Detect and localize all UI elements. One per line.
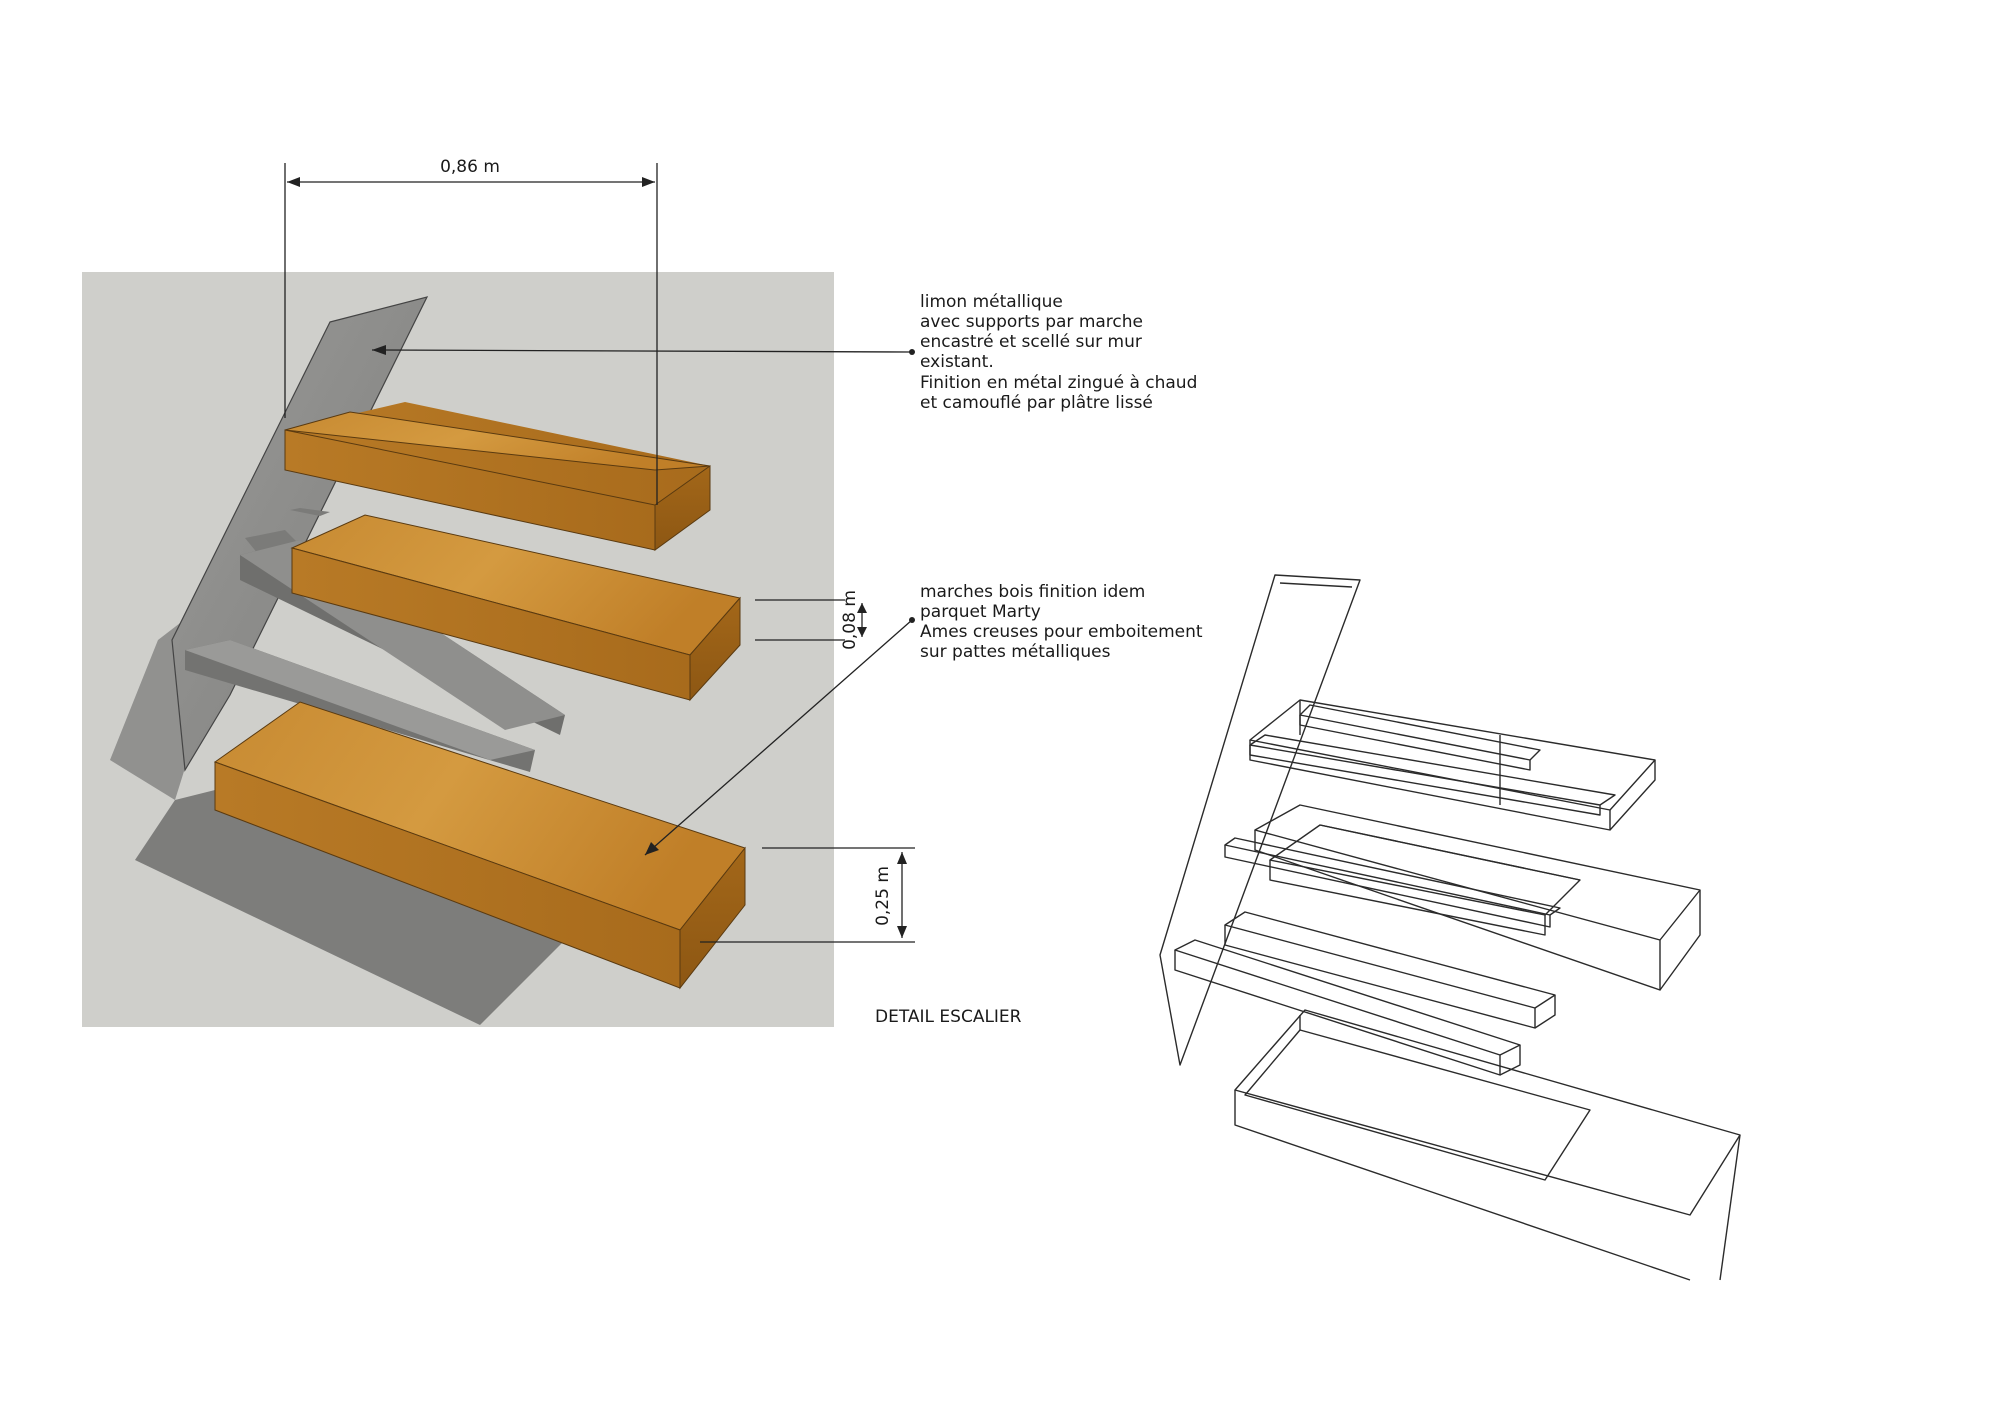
tread-note: marches bois finition idem parquet Marty… — [920, 582, 1208, 662]
width-dimension-label: 0,86 m — [440, 157, 500, 177]
stringer-note: limon métallique avec supports par march… — [920, 292, 1203, 413]
thickness-dimension-label: 0,25 m — [873, 866, 893, 926]
stringer-note-line: Finition en métal zingué à chaud — [920, 373, 1197, 393]
staircase-detail-drawing: 0,86 m 0,08 m 0,25 m limon métallique av… — [82, 157, 1741, 1281]
tread-note-line: marches bois finition idem — [920, 582, 1145, 602]
stringer-note-line: existant. — [920, 352, 994, 372]
tread-note-line: parquet Marty — [920, 602, 1041, 622]
stringer-note-line: et camouflé par plâtre lissé — [920, 393, 1153, 413]
riser-dimension-label: 0,08 m — [840, 590, 860, 650]
stringer-note-line: avec supports par marche — [920, 312, 1143, 332]
tread-note-line: sur pattes métalliques — [920, 642, 1111, 662]
drawing-caption: DETAIL ESCALIER — [875, 1007, 1022, 1027]
stringer-note-line: limon métallique — [920, 292, 1063, 312]
stringer-note-line: encastré et scellé sur mur — [920, 332, 1142, 352]
wireframe-exploded-view — [1159, 574, 1741, 1281]
tread-note-line: Ames creuses pour emboitement — [920, 622, 1203, 642]
